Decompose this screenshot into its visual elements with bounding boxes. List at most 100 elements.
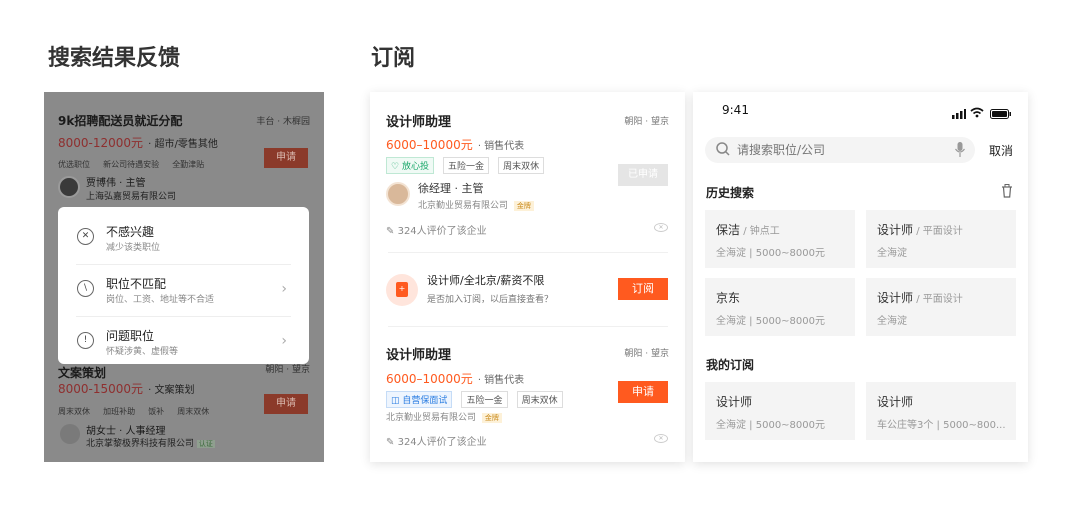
status-time: 9:41 <box>722 103 749 117</box>
job-tag: 周末双休 <box>177 407 210 416</box>
battery-icon <box>990 104 1012 123</box>
divider <box>388 252 668 253</box>
job-tag: 新公司待遇安验 <box>103 160 160 169</box>
menu-item-not-interested[interactable]: ✕ 不感兴趣 减少该类职位 <box>58 213 309 265</box>
chevron-right-icon: › <box>281 281 287 297</box>
slash-circle-icon: \ <box>77 280 94 297</box>
menu-item-subtitle: 怀疑涉黄、虚假等 <box>106 347 179 357</box>
close-circle-icon: ✕ <box>77 228 94 245</box>
trash-icon[interactable] <box>1001 183 1013 202</box>
history-keyword: 设计师 <box>877 223 914 237</box>
job-title[interactable]: 9k招聘配送员就近分配 <box>58 112 182 129</box>
interview-badge: ◫ 自营保面试 <box>386 391 453 408</box>
review-count: 324人评价了该企业 <box>397 437 487 448</box>
section-title-subscribe: 订阅 <box>371 46 416 71</box>
job-title[interactable]: 设计师助理 <box>386 344 451 363</box>
edit-icon: ✎ <box>386 437 395 448</box>
menu-item-subtitle: 减少该类职位 <box>106 243 161 253</box>
history-detail: 全海淀 <box>877 248 907 259</box>
history-category: / 平面设计 <box>913 226 963 237</box>
job-salary: 6000–10000元 <box>386 138 473 152</box>
history-title: 历史搜索 <box>706 186 755 200</box>
job-location: 朝阳 · 望京 <box>624 117 669 127</box>
menu-item-title: 问题职位 <box>106 329 155 343</box>
subscribe-panel: 设计师助理 朝阳 · 望京 6000–10000元 · 销售代表 ♡ 放心投 五… <box>370 92 685 462</box>
subscribe-title: 设计师/全北京/薪资不限 <box>427 274 545 287</box>
history-card[interactable]: 设计师 / 平面设计 全海淀 <box>866 210 1016 268</box>
history-card[interactable]: 京东 全海淀 | 5000~8000元 <box>705 278 855 336</box>
history-detail: 全海淀 <box>877 316 907 327</box>
avatar <box>58 176 80 198</box>
exclamation-circle-icon: ! <box>77 332 94 349</box>
job-tag: 五险一金 <box>461 391 508 408</box>
chevron-right-icon: › <box>281 333 287 349</box>
divider <box>388 326 668 327</box>
history-detail: 全海淀 | 5000~8000元 <box>716 248 826 259</box>
search-bar[interactable] <box>705 137 975 163</box>
job-location: 丰台 · 木樨园 <box>256 117 310 127</box>
apply-button[interactable]: 申请 <box>264 148 308 168</box>
hide-icon[interactable]: ✕ <box>654 434 668 443</box>
search-icon <box>715 141 731 161</box>
wifi-icon <box>970 103 984 122</box>
history-keyword: 保洁 <box>716 223 741 237</box>
subscribe-icon-bg: + <box>386 274 418 306</box>
menu-item-title: 职位不匹配 <box>106 277 167 291</box>
contact-name: 徐经理 · 主管 <box>418 182 484 195</box>
search-input[interactable] <box>737 141 937 159</box>
menu-item-subtitle: 岗位、工资、地址等不合适 <box>106 295 215 305</box>
job-title[interactable]: 设计师助理 <box>386 111 451 130</box>
menu-item-mismatch[interactable]: \ 职位不匹配 岗位、工资、地址等不合适 › <box>58 265 309 317</box>
job-tag: 周末双休 <box>516 391 563 408</box>
history-card[interactable]: 设计师 / 平面设计 全海淀 <box>866 278 1016 336</box>
microphone-icon[interactable] <box>955 142 965 162</box>
history-keyword: 京东 <box>716 291 741 305</box>
apply-button[interactable]: 申请 <box>264 394 308 414</box>
history-category: / 钟点工 <box>740 226 780 237</box>
section-title-feedback: 搜索结果反馈 <box>48 46 181 71</box>
subscription-detail: 全海淀 | 5000~8000元 <box>716 420 826 431</box>
bookmark-icon: + <box>396 282 408 297</box>
job-tag: 周末双休 <box>58 407 90 416</box>
contact-name: 贾博伟 · 主管 <box>86 178 146 189</box>
company-name: 北京勤业贸易有限公司 <box>386 413 477 423</box>
history-category: / 平面设计 <box>913 294 963 305</box>
gold-badge: 金牌 <box>481 413 502 423</box>
subscription-keyword: 设计师 <box>716 395 753 409</box>
search-page-panel: 9:41 取消 历史搜索 保洁 / 钟点工 全海淀 | 5000~8000元 设… <box>693 92 1028 462</box>
review-count: 324人评价了该企业 <box>397 226 487 237</box>
avatar <box>386 182 410 206</box>
subscribe-prompt: 是否加入订阅，以后直接查看？ <box>427 295 554 305</box>
verified-badge: 认证 <box>196 440 215 448</box>
history-keyword: 设计师 <box>877 291 914 305</box>
applied-button[interactable]: 已申请 <box>618 164 668 186</box>
job-tag: 周末双休 <box>498 157 545 174</box>
history-detail: 全海淀 | 5000~8000元 <box>716 316 826 327</box>
company-name: 北京勤业贸易有限公司 <box>418 201 509 211</box>
company-name: 上海弘嘉贸易有限公司 <box>86 192 177 202</box>
subscription-keyword: 设计师 <box>877 395 914 409</box>
job-category: · 超市/零售其他 <box>148 139 218 150</box>
trust-badge: ♡ 放心投 <box>386 157 434 174</box>
job-tag: 优选职位 <box>58 160 90 169</box>
signal-icon <box>952 104 966 123</box>
job-location: 朝阳 · 望京 <box>624 349 669 359</box>
cancel-button[interactable]: 取消 <box>989 142 1013 159</box>
job-tag: 加班补助 <box>103 407 136 416</box>
subscribe-button[interactable]: 订阅 <box>618 278 668 300</box>
feedback-menu: ✕ 不感兴趣 减少该类职位 \ 职位不匹配 岗位、工资、地址等不合适 › ! 问… <box>58 207 309 364</box>
job-category: · 销售代表 <box>477 141 525 152</box>
hide-icon[interactable]: ✕ <box>654 223 668 232</box>
job-tag: 饭补 <box>148 407 165 416</box>
gold-badge: 金牌 <box>513 201 534 211</box>
apply-button[interactable]: 申请 <box>618 381 668 403</box>
job-tag: 全勤津贴 <box>172 160 205 169</box>
job-salary: 8000-15000元 <box>58 382 144 396</box>
subscription-card[interactable]: 设计师 车公庄等3个 | 5000~800... <box>866 382 1016 440</box>
history-card[interactable]: 保洁 / 钟点工 全海淀 | 5000~8000元 <box>705 210 855 268</box>
search-result-feedback-panel: 9k招聘配送员就近分配 丰台 · 木樨园 8000-12000元 · 超市/零售… <box>44 92 324 462</box>
subscriptions-title: 我的订阅 <box>706 358 755 372</box>
job-salary: 8000-12000元 <box>58 136 144 150</box>
avatar <box>60 424 80 444</box>
subscription-card[interactable]: 设计师 全海淀 | 5000~8000元 <box>705 382 855 440</box>
